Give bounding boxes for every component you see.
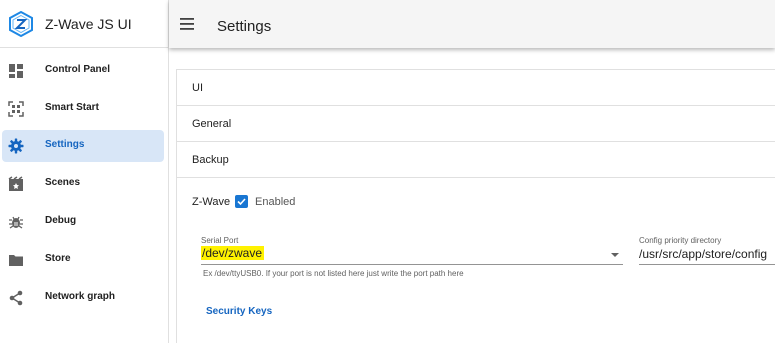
section-ui[interactable]: UI <box>177 70 775 106</box>
sidebar-item-label: Network graph <box>45 291 116 302</box>
app-root: Z-Wave JS UI Control Panel Smart Start S… <box>0 0 775 343</box>
movie-clapper-icon <box>8 176 23 191</box>
config-priority-directory-label: Config priority directory <box>639 236 722 245</box>
sidebar: Z-Wave JS UI Control Panel Smart Start S… <box>0 0 169 343</box>
config-priority-directory-value[interactable]: /usr/src/app/store/config <box>639 247 767 261</box>
sidebar-item-settings[interactable]: Settings <box>2 130 164 162</box>
section-backup[interactable]: Backup <box>177 142 775 178</box>
view-dashboard-icon <box>9 64 23 78</box>
sidebar-item-debug[interactable]: Debug <box>2 206 164 238</box>
share-icon <box>9 290 23 306</box>
hamburger-menu-icon[interactable] <box>180 18 194 30</box>
check-icon <box>237 198 246 206</box>
security-keys-button[interactable]: Security Keys <box>206 306 272 317</box>
serial-port-value[interactable]: /dev/zwave <box>201 246 265 260</box>
qr-code-icon <box>8 101 24 117</box>
zwave-logo-icon <box>9 11 33 37</box>
section-backup-label: Backup <box>192 154 229 166</box>
serial-port-underline <box>201 264 623 265</box>
section-ui-label: UI <box>192 82 203 94</box>
dropdown-arrow-icon[interactable] <box>611 253 619 257</box>
sidebar-item-label: Scenes <box>45 177 81 188</box>
gear-icon <box>8 138 24 154</box>
sidebar-item-scenes[interactable]: Scenes <box>2 168 164 200</box>
sidebar-item-smart-start[interactable]: Smart Start <box>2 93 164 125</box>
sidebar-item-network-graph[interactable]: Network graph <box>2 282 164 314</box>
sidebar-item-store[interactable]: Store <box>2 244 164 276</box>
top-app-bar: Settings <box>169 0 775 48</box>
settings-panel: UI General Backup Z-Wave Enabled Serial … <box>176 69 775 343</box>
config-priority-directory-underline <box>639 264 775 265</box>
sidebar-item-label: Debug <box>45 215 77 226</box>
sidebar-item-label: Settings <box>45 139 85 150</box>
config-priority-directory-field[interactable]: Config priority directory /usr/src/app/s… <box>639 236 775 274</box>
serial-port-hint: Ex /dev/ttyUSB0. If your port is not lis… <box>203 269 464 278</box>
bug-icon <box>9 216 23 229</box>
section-general-label: General <box>192 118 232 130</box>
zwave-enabled-checkbox[interactable] <box>235 195 248 208</box>
brand[interactable]: Z-Wave JS UI <box>0 0 168 48</box>
app-title: Z-Wave JS UI <box>45 16 132 32</box>
sidebar-item-label: Smart Start <box>45 102 99 113</box>
section-general[interactable]: General <box>177 106 775 142</box>
page-title: Settings <box>217 18 272 35</box>
sidebar-item-control-panel[interactable]: Control Panel <box>2 55 164 87</box>
sidebar-item-label: Store <box>45 253 71 264</box>
serial-port-label: Serial Port <box>201 236 239 245</box>
zwave-enabled-label: Enabled <box>255 196 296 208</box>
zwave-section-label: Z-Wave <box>192 196 231 208</box>
folder-icon <box>9 255 23 266</box>
sidebar-item-label: Control Panel <box>45 64 111 75</box>
